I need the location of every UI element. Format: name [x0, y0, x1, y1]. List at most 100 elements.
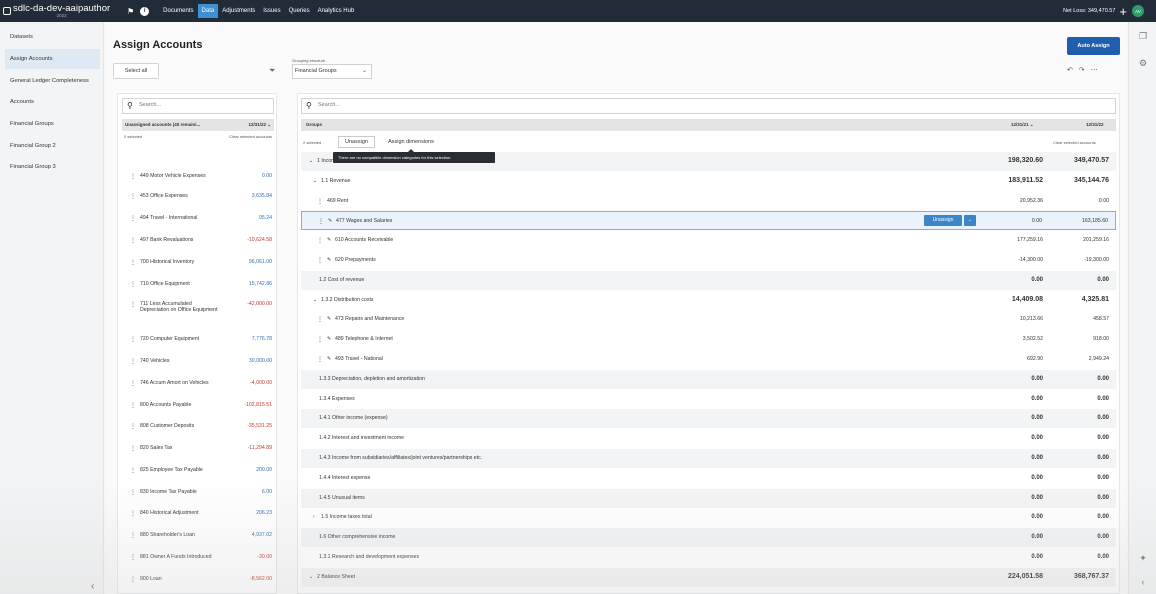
- row-unassign-button[interactable]: Unassign: [924, 215, 962, 227]
- right-search-input[interactable]: [318, 102, 438, 108]
- drag-handle-icon[interactable]: ⋮: [317, 237, 323, 244]
- right-clear-selected-link[interactable]: Clear selected accounts: [1053, 140, 1096, 145]
- table-row[interactable]: 1.3.4 Expenses 0.00 0.00: [301, 390, 1116, 409]
- date-column-1[interactable]: 12/31/21 ⌄: [1011, 119, 1034, 131]
- nav-documents[interactable]: Documents: [159, 4, 197, 18]
- drag-handle-icon[interactable]: ⋮: [318, 218, 324, 225]
- nav-data[interactable]: Data: [197, 4, 219, 18]
- table-row[interactable]: 1.2 Cost of revenue 0.00 0.00: [301, 270, 1116, 290]
- table-row[interactable]: ⋮ ✎ 473 Repairs and Maintenance 10,213.66 45…: [301, 310, 1116, 329]
- value-col-2: 201,259.16: [1083, 237, 1109, 244]
- chevron-down-icon[interactable]: ⌄: [309, 574, 313, 580]
- table-row[interactable]: 1.4.4 Interest expense 0.00 0.00: [301, 469, 1116, 488]
- table-row[interactable]: 1.4.5 Unusual items 0.00 0.00: [301, 488, 1116, 508]
- select-all-button[interactable]: Select all: [113, 63, 159, 79]
- drag-handle-icon[interactable]: ⋮: [130, 193, 136, 200]
- sidebar-item-financial-groups[interactable]: Financial Groups: [5, 114, 100, 134]
- table-row[interactable]: ⌄ 1.3.2 Distribution costs 14,409.08 4,325.…: [301, 291, 1116, 310]
- drag-handle-icon[interactable]: ⋮: [130, 510, 136, 517]
- gear-icon[interactable]: ⚙: [1137, 57, 1149, 69]
- drag-handle-icon[interactable]: ⋮: [130, 467, 136, 474]
- chevron-down-icon[interactable]: ⌄: [313, 297, 317, 303]
- pin-icon[interactable]: ✦: [1137, 552, 1149, 564]
- table-row[interactable]: ⋮ 469 Rent 20,952.36 0.00: [301, 192, 1116, 211]
- table-row[interactable]: 1.3.3 Depreciation, depletion and amorti…: [301, 369, 1116, 389]
- sidebar-item-assign-accounts[interactable]: Assign Accounts: [5, 49, 100, 69]
- chevron-down-icon[interactable]: ⌄: [309, 158, 313, 164]
- drag-handle-icon[interactable]: ⋮: [130, 336, 136, 343]
- grouping-structure-select[interactable]: Financial Groups ⌄: [292, 64, 372, 79]
- left-search-input[interactable]: [139, 102, 259, 108]
- drag-handle-icon[interactable]: ⋮: [130, 423, 136, 430]
- table-row[interactable]: ⌄ 1.1 Revenue 183,911.52 345,144.76: [301, 172, 1116, 191]
- table-row[interactable]: ⋮ ✎ 610 Accounts Receivable 177,259.16 201,2…: [301, 231, 1116, 250]
- drag-handle-icon[interactable]: ⋮: [130, 215, 136, 222]
- sidebar-item-financial-group-3[interactable]: Financial Group 3: [5, 157, 100, 177]
- table-row[interactable]: ⋮ ✎ 620 Prepayments -14,300.00 -19,300.00: [301, 251, 1116, 270]
- sidebar-item-datasets[interactable]: Datasets: [5, 27, 100, 47]
- sidebar-item-accounts[interactable]: Accounts: [5, 92, 100, 112]
- drag-handle-icon[interactable]: ⋮: [130, 281, 136, 288]
- table-row[interactable]: ⋮ ✎ 493 Travel - National 692.90 2,949.24: [301, 350, 1116, 369]
- chevron-right-icon[interactable]: ›: [313, 514, 315, 520]
- nav-issues[interactable]: Issues: [259, 4, 284, 18]
- more-icon[interactable]: ⋯: [1091, 67, 1104, 74]
- brand[interactable]: sdlc-da-dev-aaipauthor 2022: [0, 3, 120, 19]
- drag-handle-icon[interactable]: ⋮: [130, 489, 136, 496]
- nav-adjustments[interactable]: Adjustments: [218, 4, 259, 18]
- unassigned-accounts-header[interactable]: Unassigned accounts (40 remaini... 12/31…: [122, 119, 274, 131]
- drag-handle-icon[interactable]: ⋮: [130, 532, 136, 539]
- nav-queries[interactable]: Queries: [285, 4, 314, 18]
- group-name: 610 Accounts Receivable: [335, 237, 394, 244]
- drag-handle-icon[interactable]: ⋮: [130, 554, 136, 561]
- table-row[interactable]: 1.4.1 Other income (expense) 0.00 0.00: [301, 409, 1116, 429]
- drag-handle-icon[interactable]: ⋮: [130, 173, 136, 180]
- drag-handle-icon[interactable]: ⋮: [130, 576, 136, 583]
- account-name: 825 Employee Tax Payable: [140, 467, 203, 473]
- drag-handle-icon[interactable]: ⋮: [317, 336, 323, 343]
- filter-icon[interactable]: ⏷: [269, 66, 275, 76]
- nav-analytics-hub[interactable]: Analytics Hub: [314, 4, 359, 18]
- drag-handle-icon[interactable]: ⋮: [130, 259, 136, 266]
- avatar[interactable]: AV: [1132, 5, 1144, 17]
- copy-icon[interactable]: ❐: [1137, 30, 1149, 42]
- value-col-2: 2,949.24: [1088, 356, 1109, 362]
- table-row[interactable]: 1.6 Other comprehensive income 0.00 0.00: [301, 528, 1116, 548]
- assign-dimensions-button[interactable]: Assign dimensions: [381, 136, 441, 148]
- drag-handle-icon[interactable]: ⋮: [130, 380, 136, 387]
- undo-icon[interactable]: ↶: [1067, 67, 1079, 74]
- table-row[interactable]: ⌄ 2 Balance Sheet 224,051.58 368,767.37: [301, 567, 1116, 587]
- drag-handle-icon[interactable]: ⋮: [317, 198, 323, 205]
- drag-handle-icon[interactable]: ⋮: [317, 257, 323, 264]
- sidebar-item-financial-group-2[interactable]: Financial Group 2: [5, 136, 100, 156]
- table-row[interactable]: ⋮ ✎ 477 Wages and Salaries Unassign ⌄ 0.00 163…: [301, 211, 1116, 231]
- left-search[interactable]: ⚲: [122, 98, 274, 114]
- table-row[interactable]: 1.3.1 Research and development expenses 0…: [301, 548, 1116, 567]
- group-name: 493 Travel - National: [335, 356, 383, 362]
- drag-handle-icon[interactable]: ⋮: [317, 356, 323, 363]
- auto-assign-button[interactable]: Auto Assign: [1067, 37, 1120, 55]
- table-row[interactable]: › 1.5 Income taxes total 0.00 0.00: [301, 508, 1116, 527]
- chevron-down-icon[interactable]: ⌄: [964, 215, 976, 227]
- table-row[interactable]: ⋮ ✎ 489 Telephone & Internet 3,502.52 918.00: [301, 330, 1116, 349]
- collapse-rail-icon[interactable]: ‹: [1137, 576, 1149, 588]
- table-row[interactable]: 1.4.2 Interest and investment income 0.00…: [301, 429, 1116, 448]
- redo-icon[interactable]: ↷: [1079, 67, 1091, 74]
- collapse-sidebar-icon[interactable]: ‹: [91, 581, 94, 592]
- account-name: 840 Historical Adjustment: [140, 510, 199, 516]
- flag-icon[interactable]: ⚑: [127, 7, 134, 16]
- drag-handle-icon[interactable]: ⋮: [317, 316, 323, 323]
- unassign-button[interactable]: Unassign: [338, 136, 375, 148]
- left-clear-selected-link[interactable]: Clear selected accounts: [229, 134, 272, 139]
- drag-handle-icon[interactable]: ⋮: [130, 301, 136, 308]
- info-icon[interactable]: i: [140, 6, 150, 16]
- drag-handle-icon[interactable]: ⋮: [130, 358, 136, 365]
- table-row[interactable]: 1.4.3 Income from subsidiaries/affiliate…: [301, 449, 1116, 468]
- sidebar-item-general-ledger-completeness[interactable]: General Ledger Completeness: [5, 71, 100, 91]
- chevron-down-icon[interactable]: ⌄: [313, 178, 317, 184]
- drag-handle-icon[interactable]: ⋮: [130, 445, 136, 452]
- drag-handle-icon[interactable]: ⋮: [130, 402, 136, 409]
- right-search[interactable]: ⚲: [301, 98, 1116, 114]
- add-icon[interactable]: +: [1119, 5, 1127, 18]
- drag-handle-icon[interactable]: ⋮: [130, 237, 136, 244]
